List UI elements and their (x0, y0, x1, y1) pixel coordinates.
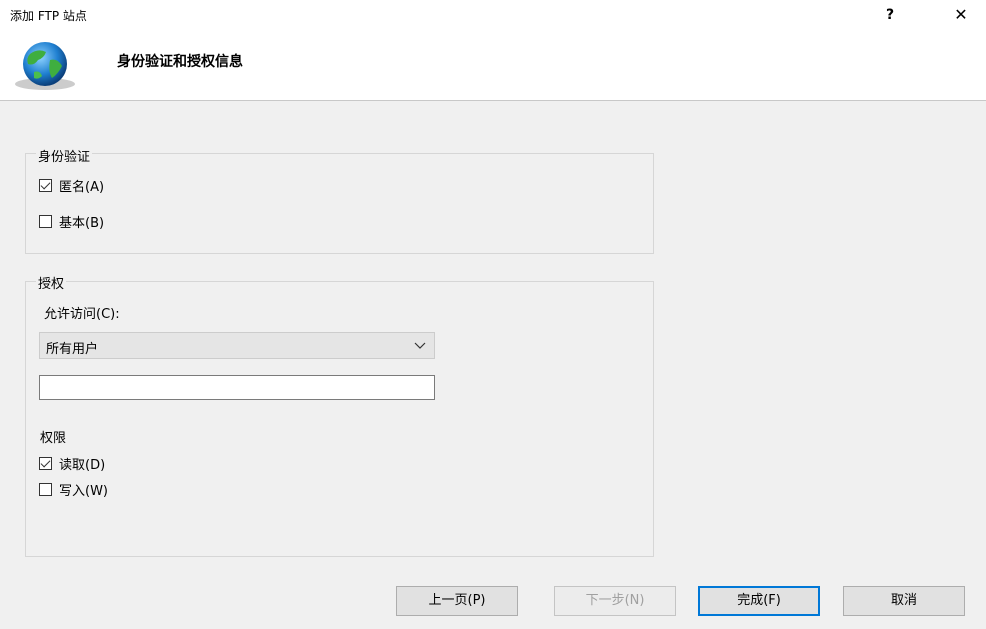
anonymous-label: 匿名(A) (59, 180, 105, 195)
read-checkbox[interactable] (39, 457, 52, 470)
authentication-group-title: 身份验证 (36, 146, 93, 165)
close-button[interactable]: ✕ (943, 0, 979, 30)
basic-checkbox[interactable] (39, 215, 52, 228)
previous-button[interactable]: 上一页(P) (396, 586, 518, 616)
next-button[interactable]: 下一步(N) (554, 586, 676, 616)
permissions-label: 权限 (40, 431, 67, 446)
anonymous-checkbox-row[interactable]: 匿名(A) (39, 176, 104, 195)
globe-icon (15, 42, 75, 90)
user-role-input[interactable] (39, 375, 435, 400)
allow-access-dropdown[interactable]: 所有用户 (39, 332, 435, 359)
basic-checkbox-row[interactable]: 基本(B) (39, 212, 104, 231)
title-bar: 添加 FTP 站点 ? ✕ (0, 0, 986, 30)
write-checkbox[interactable] (39, 483, 52, 496)
window-title: 添加 FTP 站点 (10, 9, 87, 23)
anonymous-checkbox[interactable] (39, 179, 52, 192)
authentication-group (25, 153, 654, 254)
allow-access-selected: 所有用户 (46, 342, 99, 357)
authorization-group (25, 281, 654, 557)
write-checkbox-row[interactable]: 写入(W) (39, 480, 108, 499)
finish-button[interactable]: 完成(F) (698, 586, 820, 616)
basic-label: 基本(B) (59, 216, 105, 231)
read-label: 读取(D) (59, 458, 106, 473)
read-checkbox-row[interactable]: 读取(D) (39, 454, 105, 473)
chevron-down-icon (414, 342, 426, 349)
authorization-group-title: 授权 (36, 273, 67, 292)
page-title: 身份验证和授权信息 (117, 54, 243, 70)
write-label: 写入(W) (59, 484, 108, 499)
help-button[interactable]: ? (872, 0, 908, 30)
cancel-button[interactable]: 取消 (843, 586, 965, 616)
allow-access-label: 允许访问(C): (44, 307, 120, 322)
wizard-header: 身份验证和授权信息 (0, 30, 986, 101)
